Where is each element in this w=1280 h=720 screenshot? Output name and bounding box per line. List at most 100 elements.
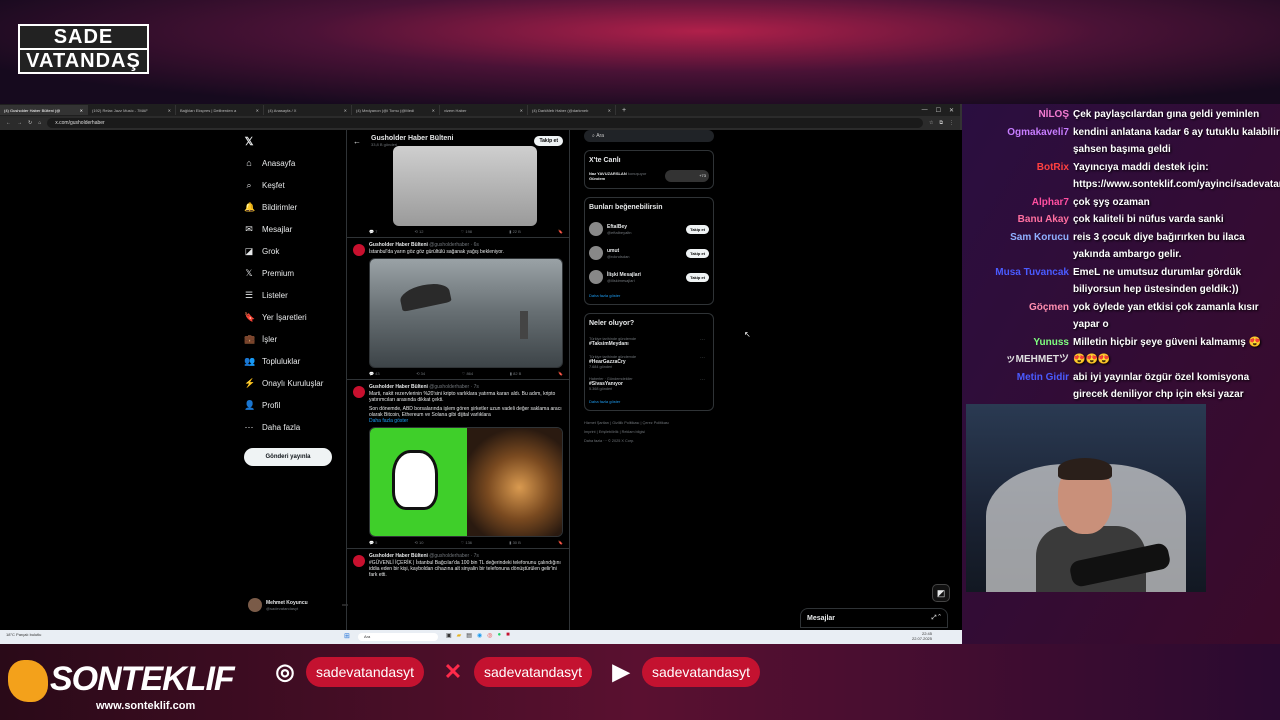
- repost-icon[interactable]: ⟲ 12: [415, 229, 424, 234]
- forward-icon[interactable]: →: [17, 120, 22, 126]
- like-icon[interactable]: ♡ 198: [461, 229, 472, 234]
- post-image[interactable]: [369, 427, 563, 537]
- post[interactable]: Gusholder Haber Bülteni @gusholderhaber …: [347, 238, 569, 380]
- views-icon[interactable]: ▮ 82 B: [510, 371, 522, 376]
- taskbar-search[interactable]: Ara: [358, 633, 438, 641]
- close-icon[interactable]: ✕: [344, 108, 347, 113]
- nav-item-8[interactable]: 💼 İşler: [244, 328, 344, 350]
- nav-item-3[interactable]: ✉ Mesajlar: [244, 218, 344, 240]
- url-input[interactable]: x.com/gusholderhaber: [47, 118, 923, 128]
- messages-drawer[interactable]: Mesajlar ⤢ ⌃: [800, 608, 948, 628]
- close-window-icon[interactable]: ✕: [949, 107, 954, 114]
- follow-button[interactable]: Takip et: [686, 272, 709, 282]
- whatsapp-icon[interactable]: ●: [497, 632, 501, 639]
- nav-item-6[interactable]: ☰ Listeler: [244, 284, 344, 306]
- x-logo[interactable]: 𝕏: [244, 130, 344, 152]
- browser-tab[interactable]: (4) Medyanon (@i Tomu (@Medi ✕: [352, 105, 440, 115]
- clock[interactable]: 22:45 22.07.2025: [912, 631, 932, 641]
- footer-link[interactable]: Daha fazla ··· © 2025 X Corp.: [584, 437, 714, 446]
- browser-tab[interactable]: vizem Haber ✕: [440, 105, 528, 115]
- store-icon[interactable]: ▤: [466, 632, 472, 639]
- maximize-icon[interactable]: ☐: [936, 107, 941, 114]
- start-icon[interactable]: ⊞: [344, 632, 350, 640]
- post-avatar[interactable]: [353, 244, 365, 256]
- nav-item-1[interactable]: ⌕ Keşfet: [244, 174, 344, 196]
- bookmark-star-icon[interactable]: ☆: [929, 120, 933, 126]
- more-icon[interactable]: ⋯: [700, 337, 705, 343]
- reply-icon[interactable]: 💬 5: [369, 540, 377, 545]
- nav-item-2[interactable]: 🔔 Bildirimler: [244, 196, 344, 218]
- show-more-link[interactable]: Daha fazla göster: [589, 399, 709, 404]
- chat-username[interactable]: Banu Akay: [968, 211, 1073, 229]
- post[interactable]: Gusholder Haber Bülteni @gusholderhaber …: [347, 549, 569, 584]
- more-icon[interactable]: ⋯: [700, 377, 705, 383]
- suggestion-item[interactable]: umut @rckndsdan Takip et: [589, 241, 709, 265]
- minimize-icon[interactable]: —: [922, 107, 928, 114]
- post[interactable]: 💬 7 ⟲ 12 ♡ 198 ▮ 22 B 🔖: [347, 146, 569, 238]
- repost-icon[interactable]: ⟲ 10: [415, 540, 424, 545]
- new-tab-icon[interactable]: +: [616, 107, 632, 114]
- back-icon[interactable]: ←: [6, 120, 11, 126]
- task-view-icon[interactable]: ▣: [446, 632, 452, 639]
- menu-icon[interactable]: ⋮: [949, 120, 954, 126]
- post-avatar[interactable]: [353, 386, 365, 398]
- search-input[interactable]: ⌕ Ara: [584, 130, 714, 142]
- chat-username[interactable]: Ogmakaveli7: [968, 124, 1073, 159]
- chat-username[interactable]: BotRix: [968, 159, 1073, 194]
- nav-item-11[interactable]: 👤 Profil: [244, 394, 344, 416]
- reload-icon[interactable]: ↻: [28, 120, 32, 126]
- suggestion-item[interactable]: EftalBey @eftalbeyaltn Takip et: [589, 217, 709, 241]
- chat-username[interactable]: Göçmen: [968, 299, 1073, 334]
- chat-username[interactable]: Sam Korucu: [968, 229, 1073, 264]
- follow-button[interactable]: Takip et: [686, 224, 709, 234]
- nav-item-7[interactable]: 🔖 Yer İşaretleri: [244, 306, 344, 328]
- browser-tab[interactable]: (4) Anasayfa / X ✕: [264, 105, 352, 115]
- browser-tab[interactable]: Bağlıları Ekspres | Deliberden a ✕: [176, 105, 264, 115]
- post-author[interactable]: Gusholder Haber Bülteni @gusholderhaber …: [369, 384, 563, 390]
- post-image[interactable]: [393, 146, 537, 226]
- bookmark-icon[interactable]: 🔖: [558, 229, 563, 234]
- nav-item-12[interactable]: ⋯ Daha fazla: [244, 416, 344, 438]
- like-icon[interactable]: ♡ 136: [461, 540, 472, 545]
- post-image[interactable]: [369, 258, 563, 368]
- repost-icon[interactable]: ⟲ 34: [416, 371, 425, 376]
- trend-item[interactable]: Haberler · Gündemdekiler #SivasYanıyor 5.3…: [589, 373, 709, 395]
- live-space[interactable]: Naz YAVUZARSLAN konuşuyor Gündem +73: [589, 170, 709, 182]
- post-button[interactable]: Gönderi yayınla: [244, 448, 332, 466]
- browser-tab[interactable]: (4) Gusholder Haber Bülteni (@ ✕: [0, 105, 88, 115]
- chat-username[interactable]: ッMEHMETツ: [968, 351, 1073, 369]
- trend-item[interactable]: Türkiye tarihinde gündemde #TaksimMeydanı…: [589, 333, 709, 351]
- reply-icon[interactable]: 💬 43: [369, 371, 380, 376]
- close-icon[interactable]: ✕: [256, 108, 259, 113]
- nav-item-4[interactable]: ◪ Grok: [244, 240, 344, 262]
- footer-link[interactable]: Imprint | Erişilebilirlik | Reklam bilgi…: [584, 428, 714, 437]
- more-icon[interactable]: ⋯: [700, 355, 705, 361]
- app-icon[interactable]: ■: [506, 632, 510, 639]
- chat-username[interactable]: Musa Tuvancak: [968, 264, 1073, 299]
- trend-item[interactable]: Türkiye tarihinde gündemde #HearGazzaCry 7…: [589, 351, 709, 373]
- chat-username[interactable]: NİLOŞ: [968, 106, 1073, 124]
- extensions-icon[interactable]: ⧉: [939, 120, 943, 126]
- post-author[interactable]: Gusholder Haber Bülteni @gusholderhaber …: [369, 242, 563, 248]
- close-icon[interactable]: ✕: [80, 108, 83, 113]
- nav-item-9[interactable]: 👥 Topluluklar: [244, 350, 344, 372]
- edge-icon[interactable]: ◉: [477, 632, 482, 639]
- chat-username[interactable]: Alphar7: [968, 194, 1073, 212]
- like-icon[interactable]: ♡ 864: [462, 371, 473, 376]
- weather-widget[interactable]: 18°C Parçalı bulutlu: [6, 632, 41, 637]
- nav-item-5[interactable]: 𝕏 Premium: [244, 262, 344, 284]
- close-icon[interactable]: ✕: [432, 108, 435, 113]
- close-icon[interactable]: ✕: [520, 108, 523, 113]
- bookmark-icon[interactable]: 🔖: [558, 540, 563, 545]
- views-icon[interactable]: ▮ 30 B: [509, 540, 521, 545]
- post-author[interactable]: Gusholder Haber Bülteni @gusholderhaber …: [369, 553, 563, 559]
- browser-tab[interactable]: (192) Relax Jazz Music - 7MAF ✕: [88, 105, 176, 115]
- close-icon[interactable]: ✕: [168, 108, 171, 113]
- back-arrow-icon[interactable]: ←: [353, 137, 361, 146]
- nav-item-10[interactable]: ⚡ Onaylı Kuruluşlar: [244, 372, 344, 394]
- chrome-icon[interactable]: ◎: [487, 632, 492, 639]
- post[interactable]: Gusholder Haber Bülteni @gusholderhaber …: [347, 380, 569, 549]
- account-switcher[interactable]: Mehmet Koyuncu @sadevatandasyt ⋯: [248, 598, 348, 612]
- chat-username[interactable]: Yunuss: [968, 334, 1073, 352]
- expand-icon[interactable]: ⤢ ⌃: [932, 615, 941, 622]
